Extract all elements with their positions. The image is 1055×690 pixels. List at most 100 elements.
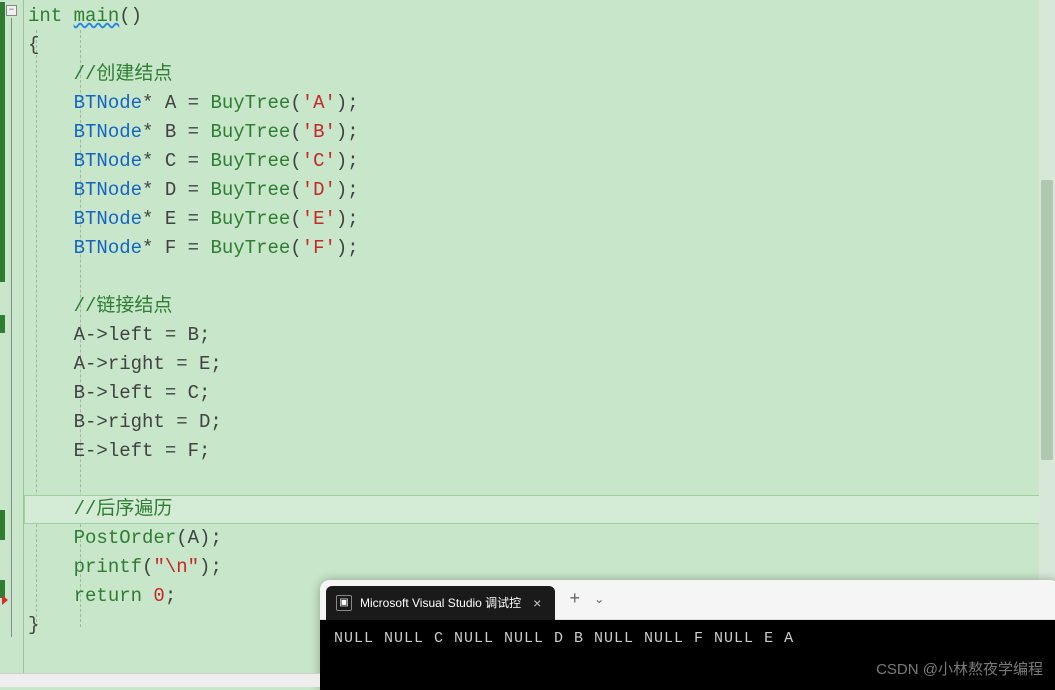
parens: () — [119, 5, 142, 27]
paren-close: ); — [199, 527, 222, 549]
code-line[interactable]: A->left = B; — [24, 321, 1055, 350]
code-line[interactable]: BTNode* D = BuyTree('D'); — [24, 176, 1055, 205]
equals: = — [188, 179, 199, 201]
var-b: B — [153, 121, 187, 143]
keyword-int: int — [28, 5, 62, 27]
code-line[interactable]: printf("\n"); — [24, 553, 1055, 582]
char-literal: 'B' — [302, 121, 336, 143]
vertical-scrollbar[interactable] — [1039, 0, 1055, 580]
stmt: E->left = F; — [74, 440, 211, 462]
paren-close: ); — [336, 121, 359, 143]
func-buytree: BuyTree — [199, 179, 290, 201]
brace-close: } — [28, 614, 39, 636]
code-line[interactable]: int main() — [24, 2, 1055, 31]
comment: //链接结点 — [74, 295, 173, 317]
char-literal: 'C' — [302, 150, 336, 172]
stmt: A->left = B; — [74, 324, 211, 346]
fold-line — [11, 18, 12, 637]
char-literal: 'F' — [302, 237, 336, 259]
star: * — [142, 208, 153, 230]
comment: //创建结点 — [74, 63, 173, 85]
terminal-icon: ▣ — [336, 595, 352, 611]
code-line-highlighted[interactable]: //后序遍历 — [24, 495, 1055, 524]
func-buytree: BuyTree — [199, 150, 290, 172]
paren-open: ( — [290, 150, 301, 172]
keyword-return: return — [74, 585, 142, 607]
paren-close: ); — [199, 556, 222, 578]
debug-console-window: ▣ Microsoft Visual Studio 调试控 × + ⌄ NULL… — [320, 580, 1055, 690]
char-literal: 'A' — [302, 92, 336, 114]
star: * — [142, 179, 153, 201]
equals: = — [188, 121, 199, 143]
terminal-output[interactable]: NULL NULL C NULL NULL D B NULL NULL F NU… — [320, 620, 1055, 690]
var-d: D — [153, 179, 187, 201]
tab-dropdown-icon[interactable]: ⌄ — [594, 592, 604, 607]
var-c: C — [153, 150, 187, 172]
equals: = — [188, 150, 199, 172]
code-line[interactable]: E->left = F; — [24, 437, 1055, 466]
equals: = — [188, 237, 199, 259]
close-icon[interactable]: × — [529, 595, 545, 611]
star: * — [142, 121, 153, 143]
star: * — [142, 92, 153, 114]
code-line[interactable]: BTNode* B = BuyTree('B'); — [24, 118, 1055, 147]
func-postorder: PostOrder — [74, 527, 177, 549]
stmt: B->right = D; — [74, 411, 222, 433]
code-line[interactable]: //链接结点 — [24, 292, 1055, 321]
stmt: B->left = C; — [74, 382, 211, 404]
func-buytree: BuyTree — [199, 92, 290, 114]
paren-close: ); — [336, 179, 359, 201]
equals: = — [188, 92, 199, 114]
scrollbar-thumb[interactable] — [1041, 180, 1053, 460]
fold-toggle-icon[interactable]: − — [6, 5, 17, 16]
status-bar — [0, 673, 320, 687]
change-marker — [0, 315, 5, 333]
code-line[interactable]: BTNode* F = BuyTree('F'); — [24, 234, 1055, 263]
paren-open: ( — [290, 237, 301, 259]
paren-open: ( — [290, 179, 301, 201]
terminal-tab-active[interactable]: ▣ Microsoft Visual Studio 调试控 × — [326, 586, 555, 620]
code-line[interactable]: //创建结点 — [24, 60, 1055, 89]
new-tab-button[interactable]: + — [569, 590, 580, 610]
func-buytree: BuyTree — [199, 208, 290, 230]
type-btnode: BTNode — [74, 121, 142, 143]
terminal-tabbar: ▣ Microsoft Visual Studio 调试控 × + ⌄ — [320, 580, 1055, 620]
change-marker — [0, 2, 5, 282]
code-line[interactable]: BTNode* E = BuyTree('E'); — [24, 205, 1055, 234]
code-line[interactable]: B->right = D; — [24, 408, 1055, 437]
terminal-tab-title: Microsoft Visual Studio 调试控 — [360, 594, 521, 611]
code-line[interactable]: BTNode* A = BuyTree('A'); — [24, 89, 1055, 118]
var-e: E — [153, 208, 187, 230]
code-line[interactable]: BTNode* C = BuyTree('C'); — [24, 147, 1055, 176]
code-line-blank[interactable] — [24, 263, 1055, 292]
code-line[interactable]: B->left = C; — [24, 379, 1055, 408]
string-literal: "\n" — [153, 556, 199, 578]
var-a: A — [153, 92, 187, 114]
paren-open: ( — [176, 527, 187, 549]
type-btnode: BTNode — [74, 237, 142, 259]
type-btnode: BTNode — [74, 179, 142, 201]
func-buytree: BuyTree — [199, 237, 290, 259]
func-printf: printf — [74, 556, 142, 578]
char-literal: 'D' — [302, 179, 336, 201]
change-marker — [0, 510, 5, 540]
code-line[interactable]: PostOrder(A); — [24, 524, 1055, 553]
star: * — [142, 150, 153, 172]
func-buytree: BuyTree — [199, 121, 290, 143]
number-zero: 0 — [142, 585, 165, 607]
code-line-blank[interactable] — [24, 466, 1055, 495]
semicolon: ; — [165, 585, 176, 607]
arg-a: A — [188, 527, 199, 549]
equals: = — [188, 208, 199, 230]
function-main: main — [74, 5, 120, 27]
star: * — [142, 237, 153, 259]
char-literal: 'E' — [302, 208, 336, 230]
paren-close: ); — [336, 208, 359, 230]
paren-open: ( — [290, 208, 301, 230]
code-line[interactable]: A->right = E; — [24, 350, 1055, 379]
comment: //后序遍历 — [74, 498, 173, 520]
stmt: A->right = E; — [74, 353, 222, 375]
error-marker-icon — [2, 595, 8, 605]
code-line[interactable]: { — [24, 31, 1055, 60]
var-f: F — [153, 237, 187, 259]
